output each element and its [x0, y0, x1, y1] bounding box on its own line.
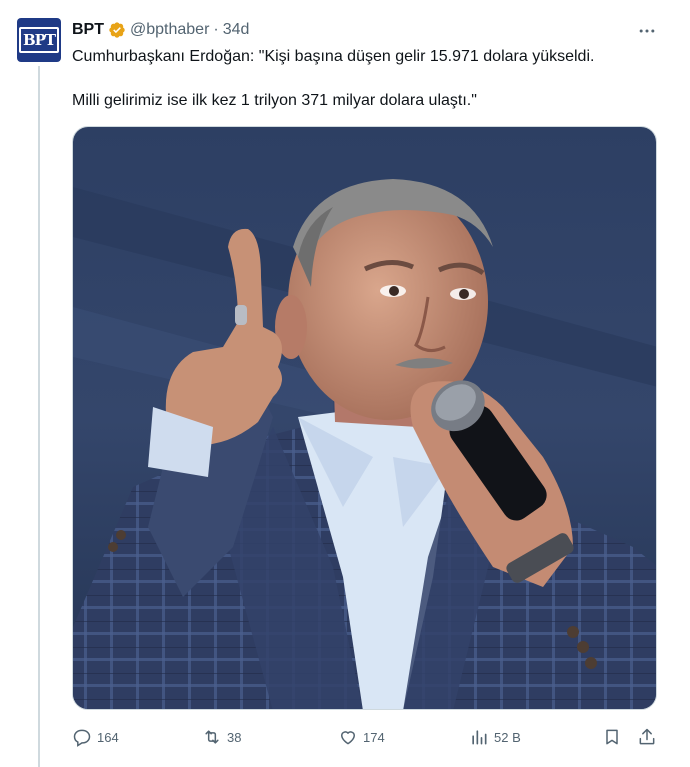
views-button[interactable]: 52 B — [469, 724, 521, 750]
post-text: Cumhurbaşkanı Erdoğan: "Kişi başına düşe… — [72, 46, 672, 112]
post-photo[interactable] — [72, 126, 657, 710]
more-horizontal-icon[interactable] — [632, 22, 662, 40]
repost-count: 38 — [227, 729, 242, 745]
thread-line — [38, 66, 40, 767]
verified-badge-icon[interactable] — [108, 21, 126, 39]
bookmark-icon — [606, 729, 618, 745]
post-text-line: Milli gelirimiz ise ilk kez 1 trilyon 37… — [72, 92, 477, 109]
like-button[interactable]: 174 — [338, 724, 385, 750]
share-icon — [639, 728, 655, 745]
bookmark-button[interactable] — [602, 724, 622, 750]
repost-button[interactable]: 38 — [202, 724, 241, 750]
share-button[interactable] — [637, 724, 657, 750]
reply-button[interactable]: 164 — [72, 724, 119, 750]
avatar-logo: BPT — [19, 27, 59, 53]
post-text-line: Cumhurbaşkanı Erdoğan: "Kişi başına düşe… — [72, 48, 595, 65]
reply-count: 164 — [97, 729, 119, 745]
view-count: 52 B — [494, 729, 521, 745]
user-handle[interactable]: @bpthaber — [130, 21, 209, 39]
avatar[interactable]: BPT — [17, 18, 61, 62]
reply-icon — [73, 729, 91, 747]
post-timestamp[interactable]: 34d — [223, 21, 250, 39]
post-header: BPT @bpthaber · 34d — [72, 18, 249, 42]
analytics-icon — [472, 730, 487, 745]
photo-illustration — [73, 127, 656, 709]
repost-icon — [205, 730, 219, 744]
like-count: 174 — [363, 729, 385, 745]
post-actions: 164 38 174 52 B — [72, 724, 672, 750]
heart-icon — [341, 731, 355, 745]
display-name[interactable]: BPT — [72, 21, 104, 39]
separator-dot: · — [213, 21, 219, 38]
